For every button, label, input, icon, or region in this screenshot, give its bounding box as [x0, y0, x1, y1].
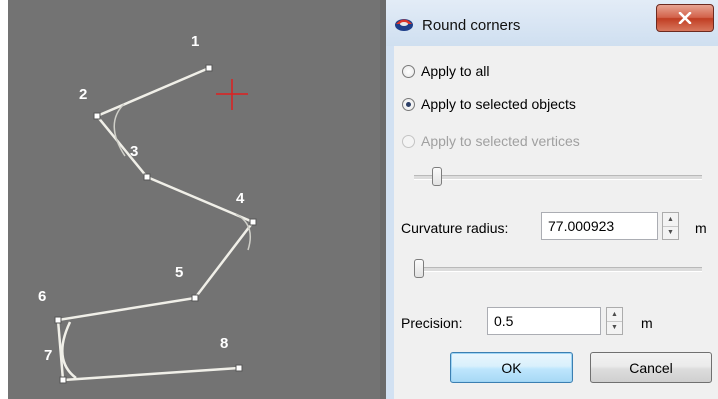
dialog-title: Round corners [422, 17, 521, 34]
dialog-body: Apply to all Apply to selected objects A… [394, 46, 718, 399]
option-apply-to-all[interactable]: Apply to all [402, 61, 489, 81]
vertex-label-7: 7 [44, 347, 53, 364]
option-label: Apply to selected objects [421, 96, 576, 112]
precision-unit: m [641, 315, 653, 331]
round-corners-dialog: Round corners Apply to all Apply to sele… [386, 0, 718, 399]
radio-button[interactable] [402, 64, 415, 78]
close-x-icon [678, 12, 692, 24]
polyline-drawing [54, 64, 257, 384]
rounded-curve-7 [61, 321, 77, 379]
vertex-marker [235, 364, 243, 372]
polyline [56, 66, 255, 382]
option-apply-to-selected-objects[interactable]: Apply to selected objects [402, 94, 576, 114]
precision-spinner[interactable]: ▲ ▼ [606, 307, 623, 335]
ok-button-label: OK [501, 359, 522, 376]
spin-down-icon[interactable]: ▼ [607, 321, 622, 334]
close-button[interactable] [656, 4, 714, 32]
vertex-label-1: 1 [191, 33, 200, 50]
slider-track-top[interactable] [414, 175, 702, 180]
vertex-marker [93, 112, 101, 120]
vertex-marker [54, 316, 62, 324]
vertex-marker [59, 376, 67, 384]
spin-down-icon[interactable]: ▼ [663, 226, 678, 239]
vertex-marker [143, 173, 151, 181]
vertex-label-8: 8 [220, 335, 229, 352]
option-apply-to-selected-vertices: Apply to selected vertices [402, 131, 580, 151]
option-label: Apply to selected vertices [421, 133, 580, 149]
map-canvas[interactable]: 1 2 3 4 5 6 7 8 [8, 0, 380, 399]
slider-thumb-top[interactable] [432, 167, 442, 186]
radio-button-checked[interactable] [402, 97, 415, 111]
curvature-radius-unit: m [695, 220, 707, 236]
vertex-label-2: 2 [79, 86, 88, 103]
spin-up-icon[interactable]: ▲ [663, 213, 678, 227]
curvature-radius-label: Curvature radius: [401, 220, 509, 236]
curvature-radius-input[interactable] [541, 212, 658, 240]
precision-input[interactable] [487, 307, 601, 335]
vertex-marker [205, 64, 213, 72]
option-label: Apply to all [421, 63, 490, 79]
curvature-radius-spinner[interactable]: ▲ ▼ [662, 212, 679, 240]
vertex-marker [249, 218, 257, 226]
cancel-button-label: Cancel [629, 359, 673, 376]
vertex-label-6: 6 [38, 288, 47, 305]
vertex-label-5: 5 [175, 264, 184, 281]
cancel-button[interactable]: Cancel [590, 352, 712, 383]
vertex-label-3: 3 [130, 143, 139, 160]
vertex-label-4: 4 [236, 190, 245, 207]
app-globe-icon [394, 14, 414, 34]
radio-button-disabled [402, 134, 415, 148]
slider-thumb-bottom[interactable] [414, 259, 424, 278]
ok-button[interactable]: OK [450, 352, 573, 383]
slider-track-bottom[interactable] [414, 267, 702, 272]
crosshair-cursor-icon [216, 79, 248, 110]
spin-up-icon[interactable]: ▲ [607, 308, 622, 322]
dialog-titlebar[interactable]: Round corners [386, 0, 718, 46]
precision-label: Precision: [401, 315, 463, 331]
vertex-marker [191, 294, 199, 302]
